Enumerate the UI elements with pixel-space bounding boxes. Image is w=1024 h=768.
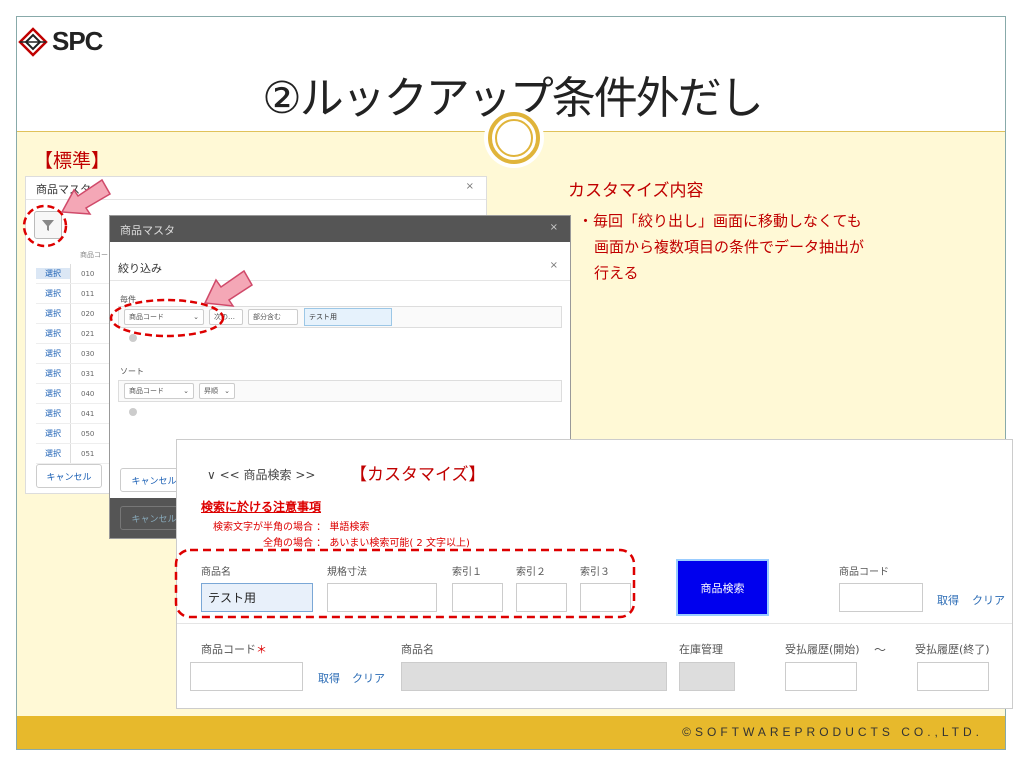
code-cell: 011 [70, 284, 94, 303]
customize-tag: 【カスタマイズ】 [350, 465, 486, 485]
history-start-input[interactable] [785, 662, 857, 691]
select-link[interactable]: 選択 [36, 268, 70, 279]
index2-input[interactable] [516, 583, 567, 612]
sort-order-value: 昇順 [204, 387, 218, 395]
product-code-input[interactable] [839, 583, 923, 612]
sort-field-value: 商品コード [129, 387, 164, 395]
select-link[interactable]: 選択 [36, 308, 70, 319]
code-cell: 010 [70, 264, 94, 283]
section-header[interactable]: ∨ << 商品検索 >> [207, 466, 315, 483]
code-cell: 041 [70, 404, 94, 423]
clear-link[interactable]: クリア [972, 592, 1005, 608]
get-link[interactable]: 取得 [318, 670, 340, 686]
background-titlebar [110, 216, 570, 242]
logo-mark-icon [18, 26, 48, 57]
filter-value-input[interactable]: テスト用 [304, 308, 392, 326]
filter-button[interactable] [34, 211, 62, 239]
spec-input[interactable] [327, 583, 437, 612]
sort-row: 商品コード ⌄ 昇順 ⌄ [118, 380, 562, 402]
customize-line: 行える [594, 264, 639, 282]
index3-input[interactable] [580, 583, 631, 612]
history-start-label: 受払履歴(開始) [785, 643, 860, 656]
stock-management-label: 在庫管理 [679, 643, 723, 656]
filter-field-value: 商品コード [129, 313, 164, 321]
code-cell: 030 [70, 344, 94, 363]
required-mark: ＊ [256, 643, 267, 656]
add-condition-icon[interactable] [129, 334, 137, 342]
product-name-input[interactable]: テスト用 [201, 583, 313, 612]
select-link[interactable]: 選択 [36, 328, 70, 339]
customize-line: ・毎回「絞り出し」画面に移動しなくても [578, 212, 862, 230]
sort-label: ソート [120, 367, 144, 376]
filter-label: 毎件 [120, 295, 136, 304]
select-link[interactable]: 選択 [36, 368, 70, 379]
code-cell: 020 [70, 304, 94, 323]
spec-label: 規格寸法 [327, 567, 367, 578]
code-cell: 040 [70, 384, 94, 403]
customize-description: ・毎回「絞り出し」画面に移動しなくても 画面から複数項目の条件でデータ抽出が 行… [578, 208, 864, 286]
sort-field-select[interactable]: 商品コード ⌄ [124, 383, 194, 399]
product-code-label: 商品コード [839, 567, 889, 578]
filter-field-select[interactable]: 商品コード ⌄ [124, 309, 204, 325]
index1-label: 索引１ [452, 567, 482, 578]
select-link[interactable]: 選択 [36, 448, 70, 459]
select-link[interactable]: 選択 [36, 428, 70, 439]
divider [26, 199, 486, 200]
lower-product-name-label: 商品名 [401, 643, 434, 656]
search-note: 検索文字が半角の場合 ： 単語検索 [213, 522, 370, 533]
select-link[interactable]: 選択 [36, 388, 70, 399]
logo-text: SPC [52, 26, 103, 56]
product-search-button[interactable]: 商品検索 [676, 559, 769, 616]
stock-management-field [679, 662, 735, 691]
funnel-icon [42, 220, 54, 231]
select-link[interactable]: 選択 [36, 348, 70, 359]
index1-input[interactable] [452, 583, 503, 612]
history-end-label: 受払履歴(終了) [915, 643, 990, 656]
lower-product-name-field [401, 662, 667, 691]
tilde-separator: ～ [874, 643, 887, 657]
clear-link[interactable]: クリア [352, 670, 385, 686]
index2-label: 索引２ [516, 567, 546, 578]
close-icon[interactable]: × [466, 181, 474, 192]
chevron-down-icon: ⌄ [193, 313, 199, 321]
customize-line: 画面から複数項目の条件でデータ抽出が [594, 238, 865, 256]
filter-row: 商品コード ⌄ 次の… 部分含む テスト用 [118, 306, 562, 328]
code-cell: 051 [70, 444, 94, 463]
customize-heading: カスタマイズ内容 [568, 181, 704, 201]
select-link[interactable]: 選択 [36, 288, 70, 299]
get-link[interactable]: 取得 [937, 592, 959, 608]
standard-label: 【標準】 [34, 150, 111, 172]
lower-product-code-text: 商品コード [201, 643, 256, 656]
divider [177, 623, 1012, 624]
code-cell: 050 [70, 424, 94, 443]
close-icon[interactable]: × [550, 222, 558, 233]
warning-title: 検索に於ける注意事項 [201, 500, 322, 514]
divider [110, 280, 570, 281]
filter-op-select[interactable]: 次の… [209, 309, 243, 325]
filter-mode-select[interactable]: 部分含む [248, 309, 298, 325]
filter-mode-value: 部分含む [253, 313, 281, 321]
add-sort-icon[interactable] [129, 408, 137, 416]
select-link[interactable]: 選択 [36, 408, 70, 419]
close-icon[interactable]: × [550, 260, 558, 271]
product-name-label: 商品名 [201, 567, 231, 578]
code-cell: 021 [70, 324, 94, 343]
ring-ornament-icon [484, 108, 544, 168]
search-note: 全角の場合 ： あいまい検索可能( 2 文字以上) [263, 538, 470, 549]
filter-op-value: 次の… [214, 313, 235, 321]
dialog-title: 絞り込み [118, 262, 162, 275]
cancel-button[interactable]: キャンセル [36, 464, 102, 488]
history-end-input[interactable] [917, 662, 989, 691]
company-logo: SPC [18, 26, 103, 57]
lower-product-code-label: 商品コード＊ [201, 641, 267, 657]
index3-label: 索引３ [580, 567, 610, 578]
chevron-down-icon: ⌄ [224, 387, 230, 395]
chevron-down-icon: ⌄ [183, 387, 189, 395]
custom-search-panel: ∨ << 商品検索 >> 【カスタマイズ】 検索に於ける注意事項 検索文字が半角… [177, 440, 1012, 708]
background-title: 商品マスタ [120, 224, 175, 237]
code-cell: 031 [70, 364, 94, 383]
sort-order-select[interactable]: 昇順 ⌄ [199, 383, 235, 399]
window-title: 商品マスタ [36, 183, 91, 196]
lower-product-code-input[interactable] [190, 662, 303, 691]
